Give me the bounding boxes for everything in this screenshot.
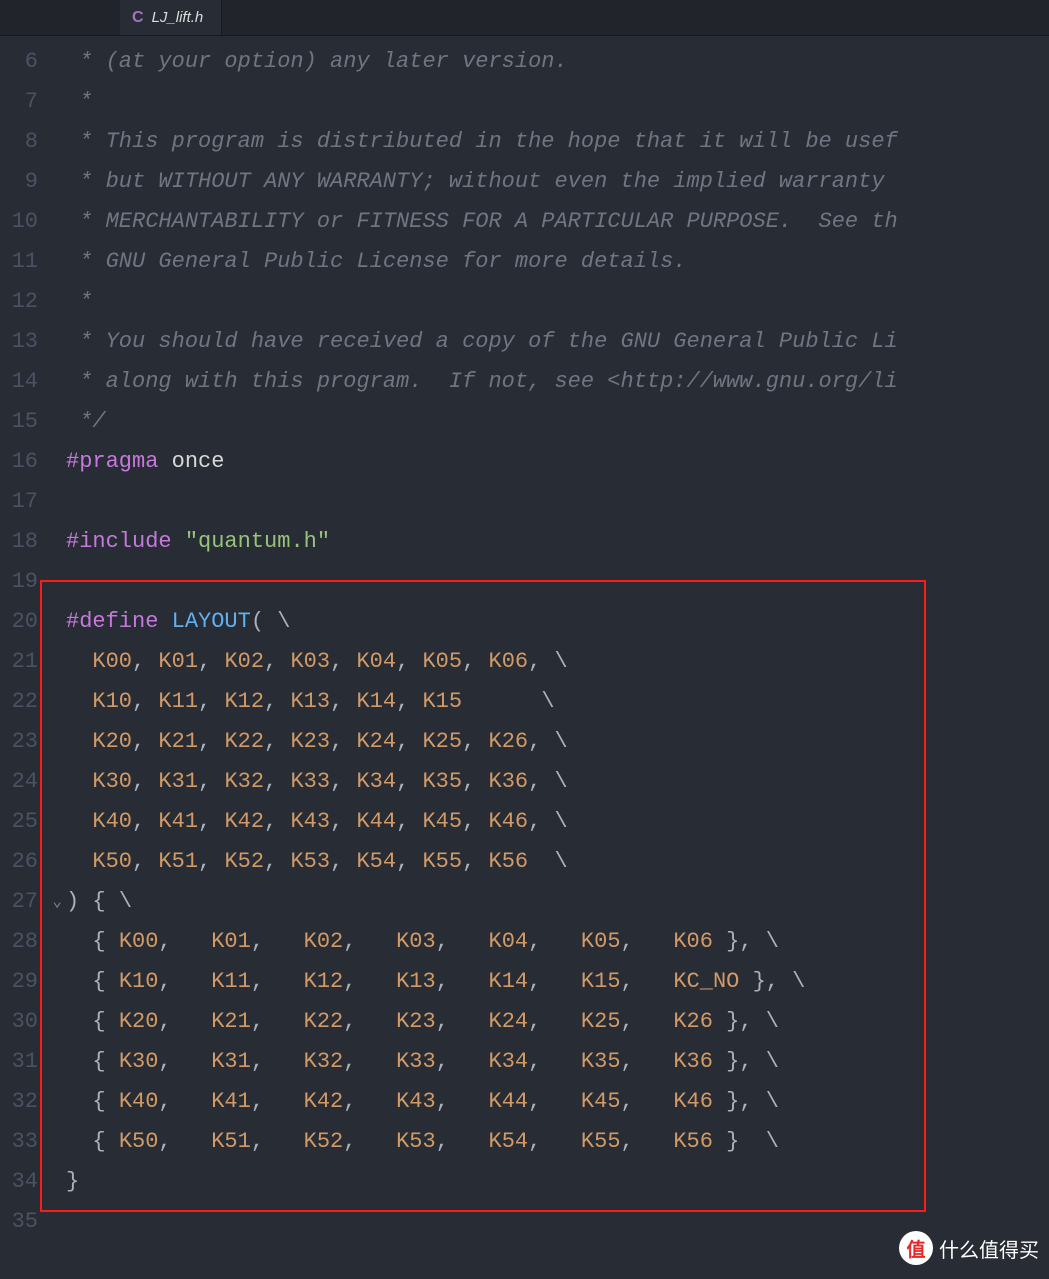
line-number: 24 <box>0 762 66 802</box>
line-number: 17 <box>0 482 66 522</box>
code-line[interactable]: #include "quantum.h" <box>66 522 1049 562</box>
line-number: 33 <box>0 1122 66 1162</box>
code-line[interactable]: */ <box>66 402 1049 442</box>
watermark: 值 什么值得买 <box>899 1231 1039 1265</box>
line-number-gutter: 6789101112131415161718192021222324252627… <box>0 36 66 1279</box>
line-number: 29 <box>0 962 66 1002</box>
code-line[interactable]: { K20, K21, K22, K23, K24, K25, K26 }, \ <box>66 1002 1049 1042</box>
code-line[interactable]: #define LAYOUT( \ <box>66 602 1049 642</box>
file-tab[interactable]: C LJ_lift.h <box>120 0 222 35</box>
line-number: 35 <box>0 1202 66 1242</box>
code-line[interactable]: * <box>66 82 1049 122</box>
code-line[interactable]: K50, K51, K52, K53, K54, K55, K56 \ <box>66 842 1049 882</box>
line-number: 7 <box>0 82 66 122</box>
code-line[interactable]: #pragma once <box>66 442 1049 482</box>
code-line[interactable]: * but WITHOUT ANY WARRANTY; without even… <box>66 162 1049 202</box>
line-number: 16 <box>0 442 66 482</box>
code-line[interactable]: * This program is distributed in the hop… <box>66 122 1049 162</box>
code-line[interactable]: K40, K41, K42, K43, K44, K45, K46, \ <box>66 802 1049 842</box>
line-number: 19 <box>0 562 66 602</box>
watermark-badge-icon: 值 <box>899 1231 933 1265</box>
tab-bar: C LJ_lift.h <box>0 0 1049 36</box>
code-line[interactable]: K30, K31, K32, K33, K34, K35, K36, \ <box>66 762 1049 802</box>
code-line[interactable]: * <box>66 282 1049 322</box>
code-line[interactable]: } <box>66 1162 1049 1202</box>
line-number: 26 <box>0 842 66 882</box>
code-area[interactable]: * (at your option) any later version. * … <box>66 36 1049 1279</box>
line-number: 9 <box>0 162 66 202</box>
line-number: 11 <box>0 242 66 282</box>
tab-filename: LJ_lift.h <box>152 9 204 26</box>
code-line[interactable]: * along with this program. If not, see <… <box>66 362 1049 402</box>
line-number: 8 <box>0 122 66 162</box>
code-line[interactable]: K20, K21, K22, K23, K24, K25, K26, \ <box>66 722 1049 762</box>
code-line[interactable]: { K50, K51, K52, K53, K54, K55, K56 } \ <box>66 1122 1049 1162</box>
line-number: 6 <box>0 42 66 82</box>
code-line[interactable]: * You should have received a copy of the… <box>66 322 1049 362</box>
code-line[interactable]: { K00, K01, K02, K03, K04, K05, K06 }, \ <box>66 922 1049 962</box>
c-file-icon: C <box>132 9 144 27</box>
line-number: 12 <box>0 282 66 322</box>
code-line[interactable] <box>66 482 1049 522</box>
line-number: 31 <box>0 1042 66 1082</box>
line-number: 15 <box>0 402 66 442</box>
watermark-text: 什么值得买 <box>939 1234 1039 1263</box>
line-number: 25 <box>0 802 66 842</box>
line-number: 18 <box>0 522 66 562</box>
line-number: 28 <box>0 922 66 962</box>
line-number: 22 <box>0 682 66 722</box>
code-line[interactable]: ) { \ <box>66 882 1049 922</box>
code-line[interactable] <box>66 562 1049 602</box>
line-number: 30 <box>0 1002 66 1042</box>
line-number: 23 <box>0 722 66 762</box>
code-line[interactable]: K10, K11, K12, K13, K14, K15 \ <box>66 682 1049 722</box>
code-line[interactable]: * GNU General Public License for more de… <box>66 242 1049 282</box>
code-line[interactable]: { K40, K41, K42, K43, K44, K45, K46 }, \ <box>66 1082 1049 1122</box>
fold-chevron-icon[interactable]: ⌄ <box>52 882 62 922</box>
code-line[interactable]: K00, K01, K02, K03, K04, K05, K06, \ <box>66 642 1049 682</box>
code-line[interactable]: { K30, K31, K32, K33, K34, K35, K36 }, \ <box>66 1042 1049 1082</box>
code-line[interactable]: * MERCHANTABILITY or FITNESS FOR A PARTI… <box>66 202 1049 242</box>
line-number: 10 <box>0 202 66 242</box>
tab-spacer <box>0 0 120 35</box>
line-number: 13 <box>0 322 66 362</box>
line-number: 27⌄ <box>0 882 66 922</box>
code-line[interactable]: { K10, K11, K12, K13, K14, K15, KC_NO },… <box>66 962 1049 1002</box>
line-number: 20 <box>0 602 66 642</box>
line-number: 32 <box>0 1082 66 1122</box>
editor[interactable]: 6789101112131415161718192021222324252627… <box>0 36 1049 1279</box>
line-number: 21 <box>0 642 66 682</box>
line-number: 34 <box>0 1162 66 1202</box>
code-line[interactable]: * (at your option) any later version. <box>66 42 1049 82</box>
line-number: 14 <box>0 362 66 402</box>
